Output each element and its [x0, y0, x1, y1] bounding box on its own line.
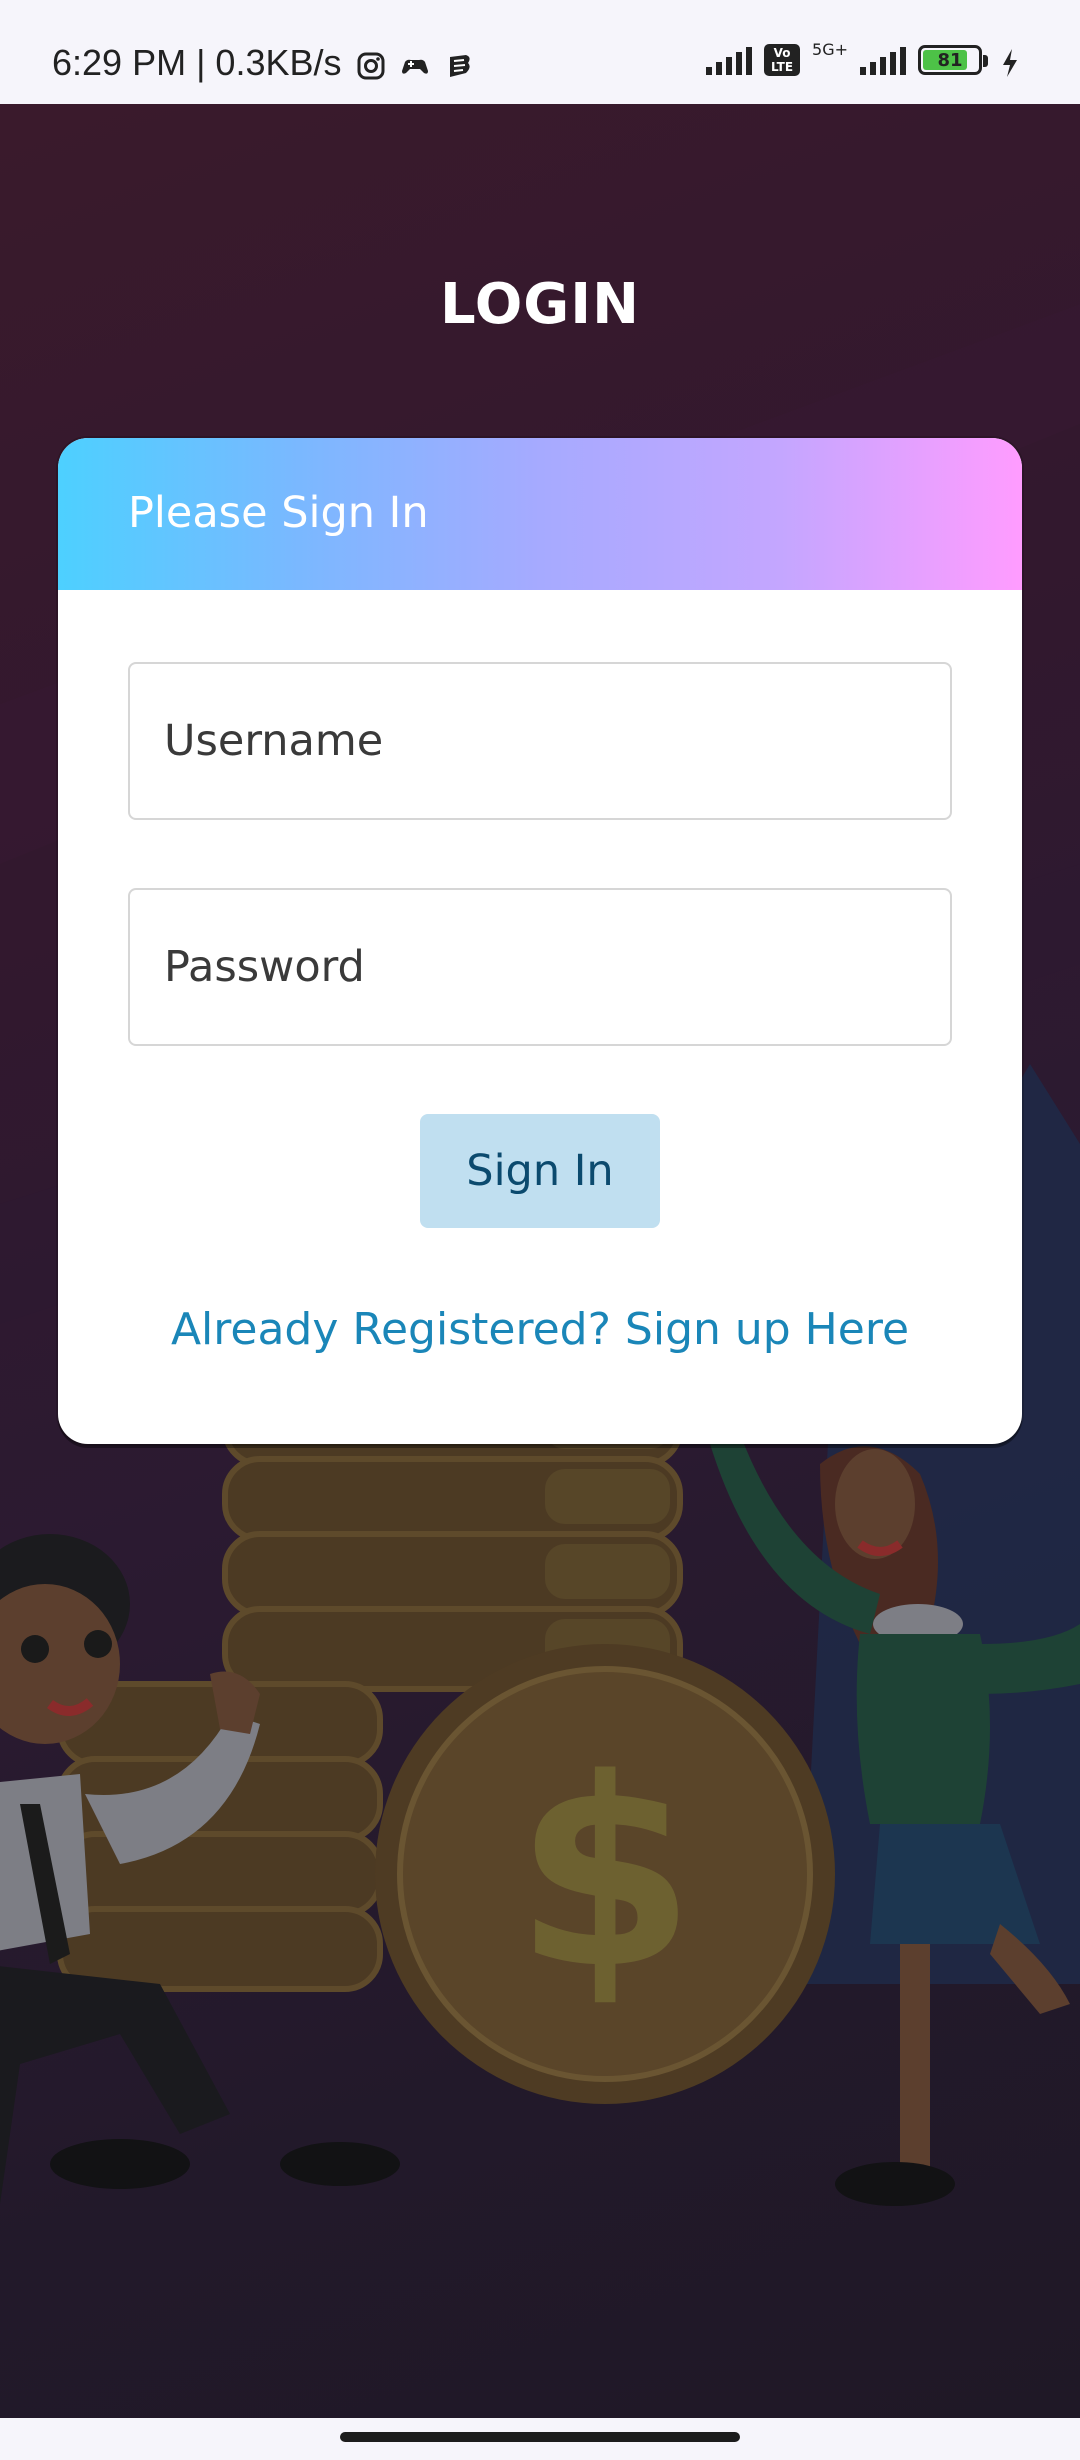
app-icon [444, 48, 474, 78]
battery-icon: 81 [918, 45, 988, 75]
svg-text:$: $ [515, 1724, 696, 2026]
login-screen: 6:29 PM | 0.3KB/s Vo LTE 5G+ 81 $ LOGIN … [0, 0, 1080, 2460]
signal-icon [706, 45, 753, 75]
card-header-title: Please Sign In [128, 488, 429, 538]
username-input[interactable] [130, 664, 950, 818]
home-gesture-handle[interactable] [340, 2432, 740, 2442]
sign-up-link[interactable]: Already Registered? Sign up Here [58, 1304, 1022, 1355]
volte-icon: Vo LTE [764, 44, 801, 76]
login-card: Please Sign In Sign In Already Registere… [58, 438, 1022, 1444]
game-controller-icon [400, 48, 430, 78]
page-title: LOGIN [440, 272, 640, 337]
username-field[interactable] [128, 662, 952, 820]
password-field[interactable] [128, 888, 952, 1046]
status-bar: 6:29 PM | 0.3KB/s Vo LTE 5G+ 81 [0, 0, 1080, 104]
charging-icon [1000, 45, 1030, 77]
instagram-icon [356, 48, 386, 80]
battery-level: 81 [937, 49, 963, 71]
sign-in-button[interactable]: Sign In [420, 1114, 660, 1228]
password-input[interactable] [130, 890, 950, 1044]
status-bar-left: 6:29 PM | 0.3KB/s [52, 42, 474, 84]
status-bar-right: Vo LTE 5G+ 81 [706, 40, 1030, 77]
signal-icon [860, 45, 906, 75]
status-time-speed: 6:29 PM | 0.3KB/s [52, 42, 342, 83]
navigation-bar [0, 2418, 1080, 2460]
card-header: Please Sign In [58, 438, 1022, 590]
network-type: 5G+ [812, 40, 848, 59]
